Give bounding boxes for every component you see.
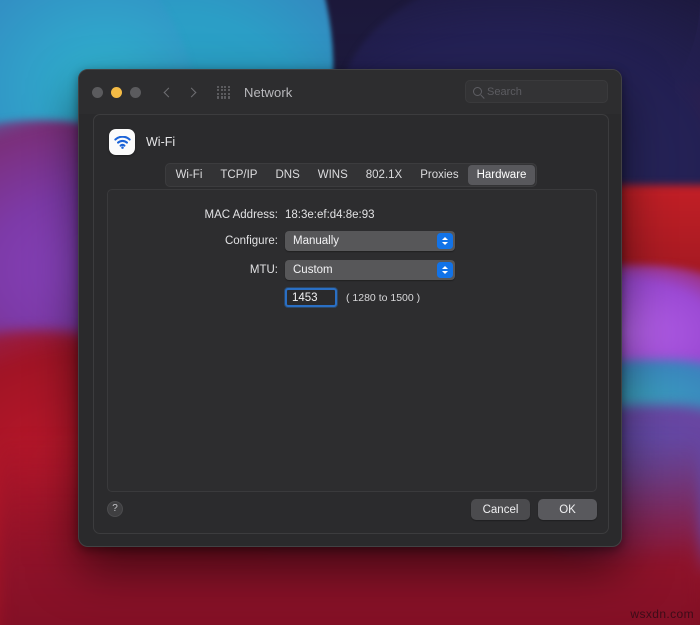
help-button[interactable]: ? xyxy=(107,501,123,517)
chevron-right-icon[interactable] xyxy=(186,87,197,97)
hardware-settings-sheet: Wi-Fi Wi-Fi TCP/IP DNS WINS 802.1X Proxi… xyxy=(93,114,609,534)
service-name-label: Wi-Fi xyxy=(146,135,176,149)
mac-address-value: 18:3e:ef:d4:8e:93 xyxy=(285,209,375,221)
mtu-value-input[interactable]: 1453 xyxy=(285,288,337,307)
tab-hardware[interactable]: Hardware xyxy=(467,165,536,185)
mac-address-label: MAC Address: xyxy=(204,209,279,221)
sheet-header: Wi-Fi xyxy=(94,115,608,155)
mtu-selected-value: Custom xyxy=(293,264,333,276)
chevron-updown-icon xyxy=(437,262,453,278)
sheet-footer: ? Cancel OK xyxy=(94,491,608,533)
minimize-button[interactable] xyxy=(111,86,122,98)
tab-proxies[interactable]: Proxies xyxy=(411,165,467,185)
ok-button[interactable]: OK xyxy=(538,499,597,520)
tab-tcpip[interactable]: TCP/IP xyxy=(211,165,266,185)
mtu-custom-value: 1453 xyxy=(292,291,318,304)
page-title: Network xyxy=(244,84,293,100)
cancel-button[interactable]: Cancel xyxy=(471,499,530,520)
close-button[interactable] xyxy=(92,86,103,98)
tab-wins[interactable]: WINS xyxy=(309,165,357,185)
navigation-arrows xyxy=(163,87,197,97)
mtu-dropdown[interactable]: Custom xyxy=(285,260,455,280)
zoom-button[interactable] xyxy=(130,86,141,98)
tab-wifi[interactable]: Wi-Fi xyxy=(167,165,212,185)
mtu-custom-row: 1453 ( 1280 to 1500 ) xyxy=(108,288,596,307)
window-toolbar: Network Search xyxy=(79,70,621,114)
network-preferences-window: Network Search Wi-Fi Wi-Fi TCP/IP DNS WI… xyxy=(78,69,622,547)
configure-selected-value: Manually xyxy=(293,235,340,247)
mtu-row: MTU: Custom xyxy=(108,260,596,280)
settings-tabbar: Wi-Fi TCP/IP DNS WINS 802.1X Proxies Har… xyxy=(94,163,608,187)
configure-label: Configure: xyxy=(224,235,278,247)
desktop-wallpaper: Network Search Wi-Fi Wi-Fi TCP/IP DNS WI… xyxy=(0,0,700,625)
watermark: wsxdn.com xyxy=(630,607,694,621)
search-placeholder: Search xyxy=(487,85,522,98)
configure-row: Configure: Manually xyxy=(108,231,596,251)
mtu-label: MTU: xyxy=(249,264,278,276)
hardware-settings-panel: MAC Address: 18:3e:ef:d4:8e:93 Configure… xyxy=(107,189,597,492)
traffic-lights xyxy=(92,86,141,98)
tab-8021x[interactable]: 802.1X xyxy=(357,165,411,185)
search-input[interactable]: Search xyxy=(465,80,608,103)
grid-view-icon[interactable] xyxy=(217,85,230,99)
chevron-updown-icon xyxy=(437,233,453,249)
search-icon xyxy=(473,87,482,96)
configure-dropdown[interactable]: Manually xyxy=(285,231,455,251)
wifi-icon xyxy=(109,129,135,155)
chevron-left-icon[interactable] xyxy=(163,87,174,97)
mac-address-row: MAC Address: 18:3e:ef:d4:8e:93 xyxy=(108,209,596,221)
mtu-range-hint: ( 1280 to 1500 ) xyxy=(346,291,421,304)
tab-dns[interactable]: DNS xyxy=(266,165,308,185)
